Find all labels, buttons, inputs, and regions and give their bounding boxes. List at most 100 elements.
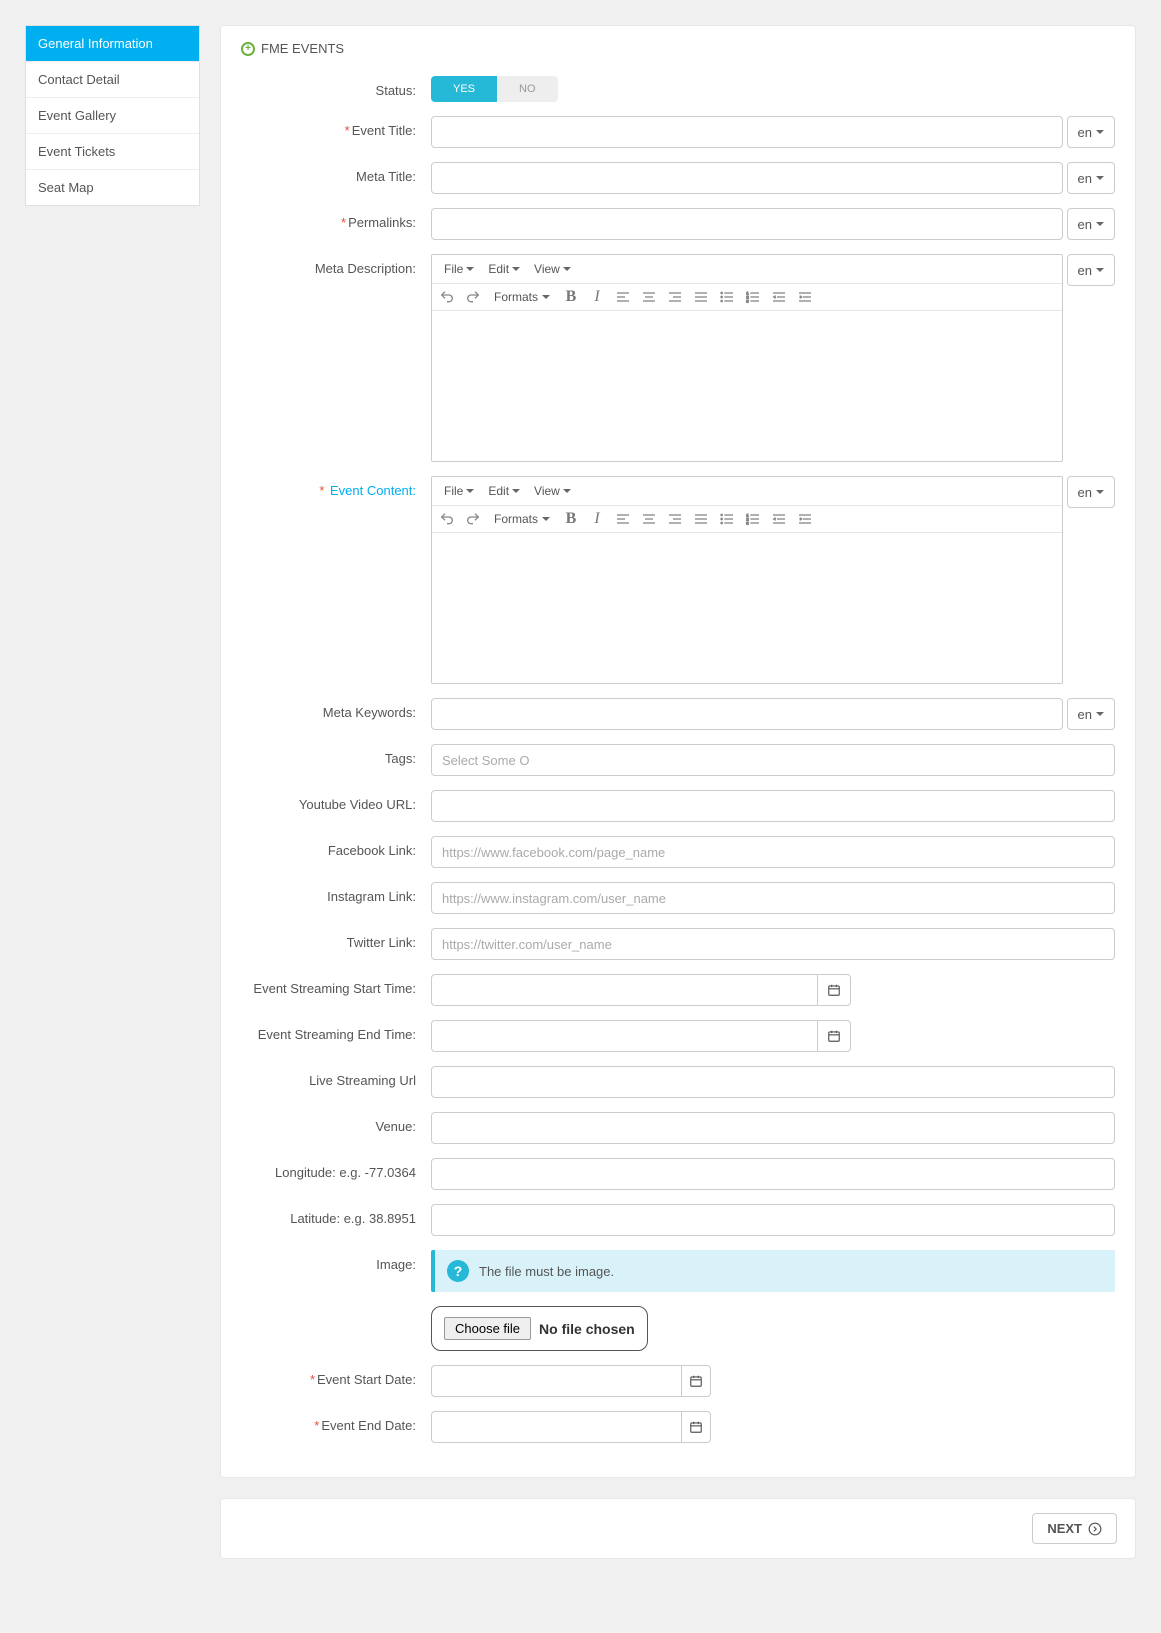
twitter-label: Twitter Link: [241, 928, 431, 960]
event-content-label: * Event Content: [241, 476, 431, 684]
meta-title-label: Meta Title: [241, 162, 431, 194]
chevron-down-icon [466, 489, 474, 493]
venue-input[interactable] [431, 1112, 1115, 1144]
youtube-input[interactable] [431, 790, 1115, 822]
chevron-down-icon [563, 489, 571, 493]
facebook-label: Facebook Link: [241, 836, 431, 868]
numbered-list-icon[interactable]: 123 [744, 288, 762, 306]
sidebar-item-contact-detail[interactable]: Contact Detail [26, 62, 199, 98]
youtube-label: Youtube Video URL: [241, 790, 431, 822]
stream-end-input[interactable] [431, 1020, 817, 1052]
redo-icon[interactable] [464, 510, 482, 528]
align-justify-icon[interactable] [692, 288, 710, 306]
editor-view-menu[interactable]: View [528, 259, 577, 279]
calendar-icon [827, 983, 841, 997]
undo-icon[interactable] [438, 288, 456, 306]
permalinks-input[interactable] [431, 208, 1063, 240]
event-title-lang-button[interactable]: en [1067, 116, 1115, 148]
numbered-list-icon[interactable]: 123 [744, 510, 762, 528]
tags-input[interactable] [431, 744, 1115, 776]
indent-icon[interactable] [796, 288, 814, 306]
editor-view-menu[interactable]: View [528, 481, 577, 501]
sidebar-item-event-gallery[interactable]: Event Gallery [26, 98, 199, 134]
facebook-input[interactable] [431, 836, 1115, 868]
longitude-input[interactable] [431, 1158, 1115, 1190]
chevron-down-icon [1096, 222, 1104, 226]
longitude-label: Longitude: e.g. -77.0364 [241, 1158, 431, 1190]
sidebar-item-event-tickets[interactable]: Event Tickets [26, 134, 199, 170]
instagram-input[interactable] [431, 882, 1115, 914]
file-input[interactable]: Choose file No file chosen [431, 1306, 648, 1351]
bold-icon[interactable]: B [562, 510, 580, 528]
formats-dropdown[interactable]: Formats [490, 288, 554, 306]
start-date-input[interactable] [431, 1365, 681, 1397]
meta-keywords-lang-button[interactable]: en [1067, 698, 1115, 730]
event-content-textarea[interactable] [432, 533, 1062, 683]
twitter-input[interactable] [431, 928, 1115, 960]
status-no[interactable]: NO [497, 76, 558, 102]
meta-description-lang-button[interactable]: en [1067, 254, 1115, 286]
stream-start-datepicker-button[interactable] [817, 974, 851, 1006]
permalinks-lang-button[interactable]: en [1067, 208, 1115, 240]
footer-panel: NEXT [220, 1498, 1136, 1559]
sidebar-item-seat-map[interactable]: Seat Map [26, 170, 199, 205]
chevron-down-icon [1096, 490, 1104, 494]
bullet-list-icon[interactable] [718, 510, 736, 528]
redo-icon[interactable] [464, 288, 482, 306]
formats-dropdown[interactable]: Formats [490, 510, 554, 528]
status-toggle[interactable]: YES NO [431, 76, 558, 102]
undo-icon[interactable] [438, 510, 456, 528]
latitude-label: Latitude: e.g. 38.8951 [241, 1204, 431, 1236]
meta-title-input[interactable] [431, 162, 1063, 194]
editor-file-menu[interactable]: File [438, 259, 480, 279]
calendar-icon [689, 1374, 703, 1388]
align-left-icon[interactable] [614, 288, 632, 306]
sidebar-item-general-information[interactable]: General Information [26, 26, 199, 62]
editor-file-menu[interactable]: File [438, 481, 480, 501]
chevron-down-icon [563, 267, 571, 271]
meta-keywords-input[interactable] [431, 698, 1063, 730]
bold-icon[interactable]: B [562, 288, 580, 306]
align-center-icon[interactable] [640, 510, 658, 528]
venue-label: Venue: [241, 1112, 431, 1144]
event-title-label: *Event Title: [241, 116, 431, 148]
live-url-input[interactable] [431, 1066, 1115, 1098]
stream-end-datepicker-button[interactable] [817, 1020, 851, 1052]
stream-start-label: Event Streaming Start Time: [241, 974, 431, 1006]
align-justify-icon[interactable] [692, 510, 710, 528]
stream-start-input[interactable] [431, 974, 817, 1006]
chevron-down-icon [512, 489, 520, 493]
align-right-icon[interactable] [666, 288, 684, 306]
next-button[interactable]: NEXT [1032, 1513, 1117, 1544]
end-date-input[interactable] [431, 1411, 681, 1443]
align-left-icon[interactable] [614, 510, 632, 528]
bullet-list-icon[interactable] [718, 288, 736, 306]
end-date-datepicker-button[interactable] [681, 1411, 711, 1443]
editor-edit-menu[interactable]: Edit [482, 259, 526, 279]
outdent-icon[interactable] [770, 288, 788, 306]
align-right-icon[interactable] [666, 510, 684, 528]
panel-title: + FME EVENTS [241, 41, 1115, 56]
meta-title-lang-button[interactable]: en [1067, 162, 1115, 194]
event-content-lang-button[interactable]: en [1067, 476, 1115, 508]
italic-icon[interactable]: I [588, 510, 606, 528]
latitude-input[interactable] [431, 1204, 1115, 1236]
event-title-input[interactable] [431, 116, 1063, 148]
align-center-icon[interactable] [640, 288, 658, 306]
choose-file-button[interactable]: Choose file [444, 1317, 531, 1340]
info-icon: ? [447, 1260, 469, 1282]
tags-label: Tags: [241, 744, 431, 776]
outdent-icon[interactable] [770, 510, 788, 528]
permalinks-label: *Permalinks: [241, 208, 431, 240]
italic-icon[interactable]: I [588, 288, 606, 306]
end-date-label: *Event End Date: [241, 1411, 431, 1443]
plus-icon: + [241, 42, 255, 56]
start-date-label: *Event Start Date: [241, 1365, 431, 1397]
status-yes[interactable]: YES [431, 76, 497, 102]
start-date-datepicker-button[interactable] [681, 1365, 711, 1397]
indent-icon[interactable] [796, 510, 814, 528]
meta-description-textarea[interactable] [432, 311, 1062, 461]
stream-end-label: Event Streaming End Time: [241, 1020, 431, 1052]
editor-edit-menu[interactable]: Edit [482, 481, 526, 501]
calendar-icon [689, 1420, 703, 1434]
